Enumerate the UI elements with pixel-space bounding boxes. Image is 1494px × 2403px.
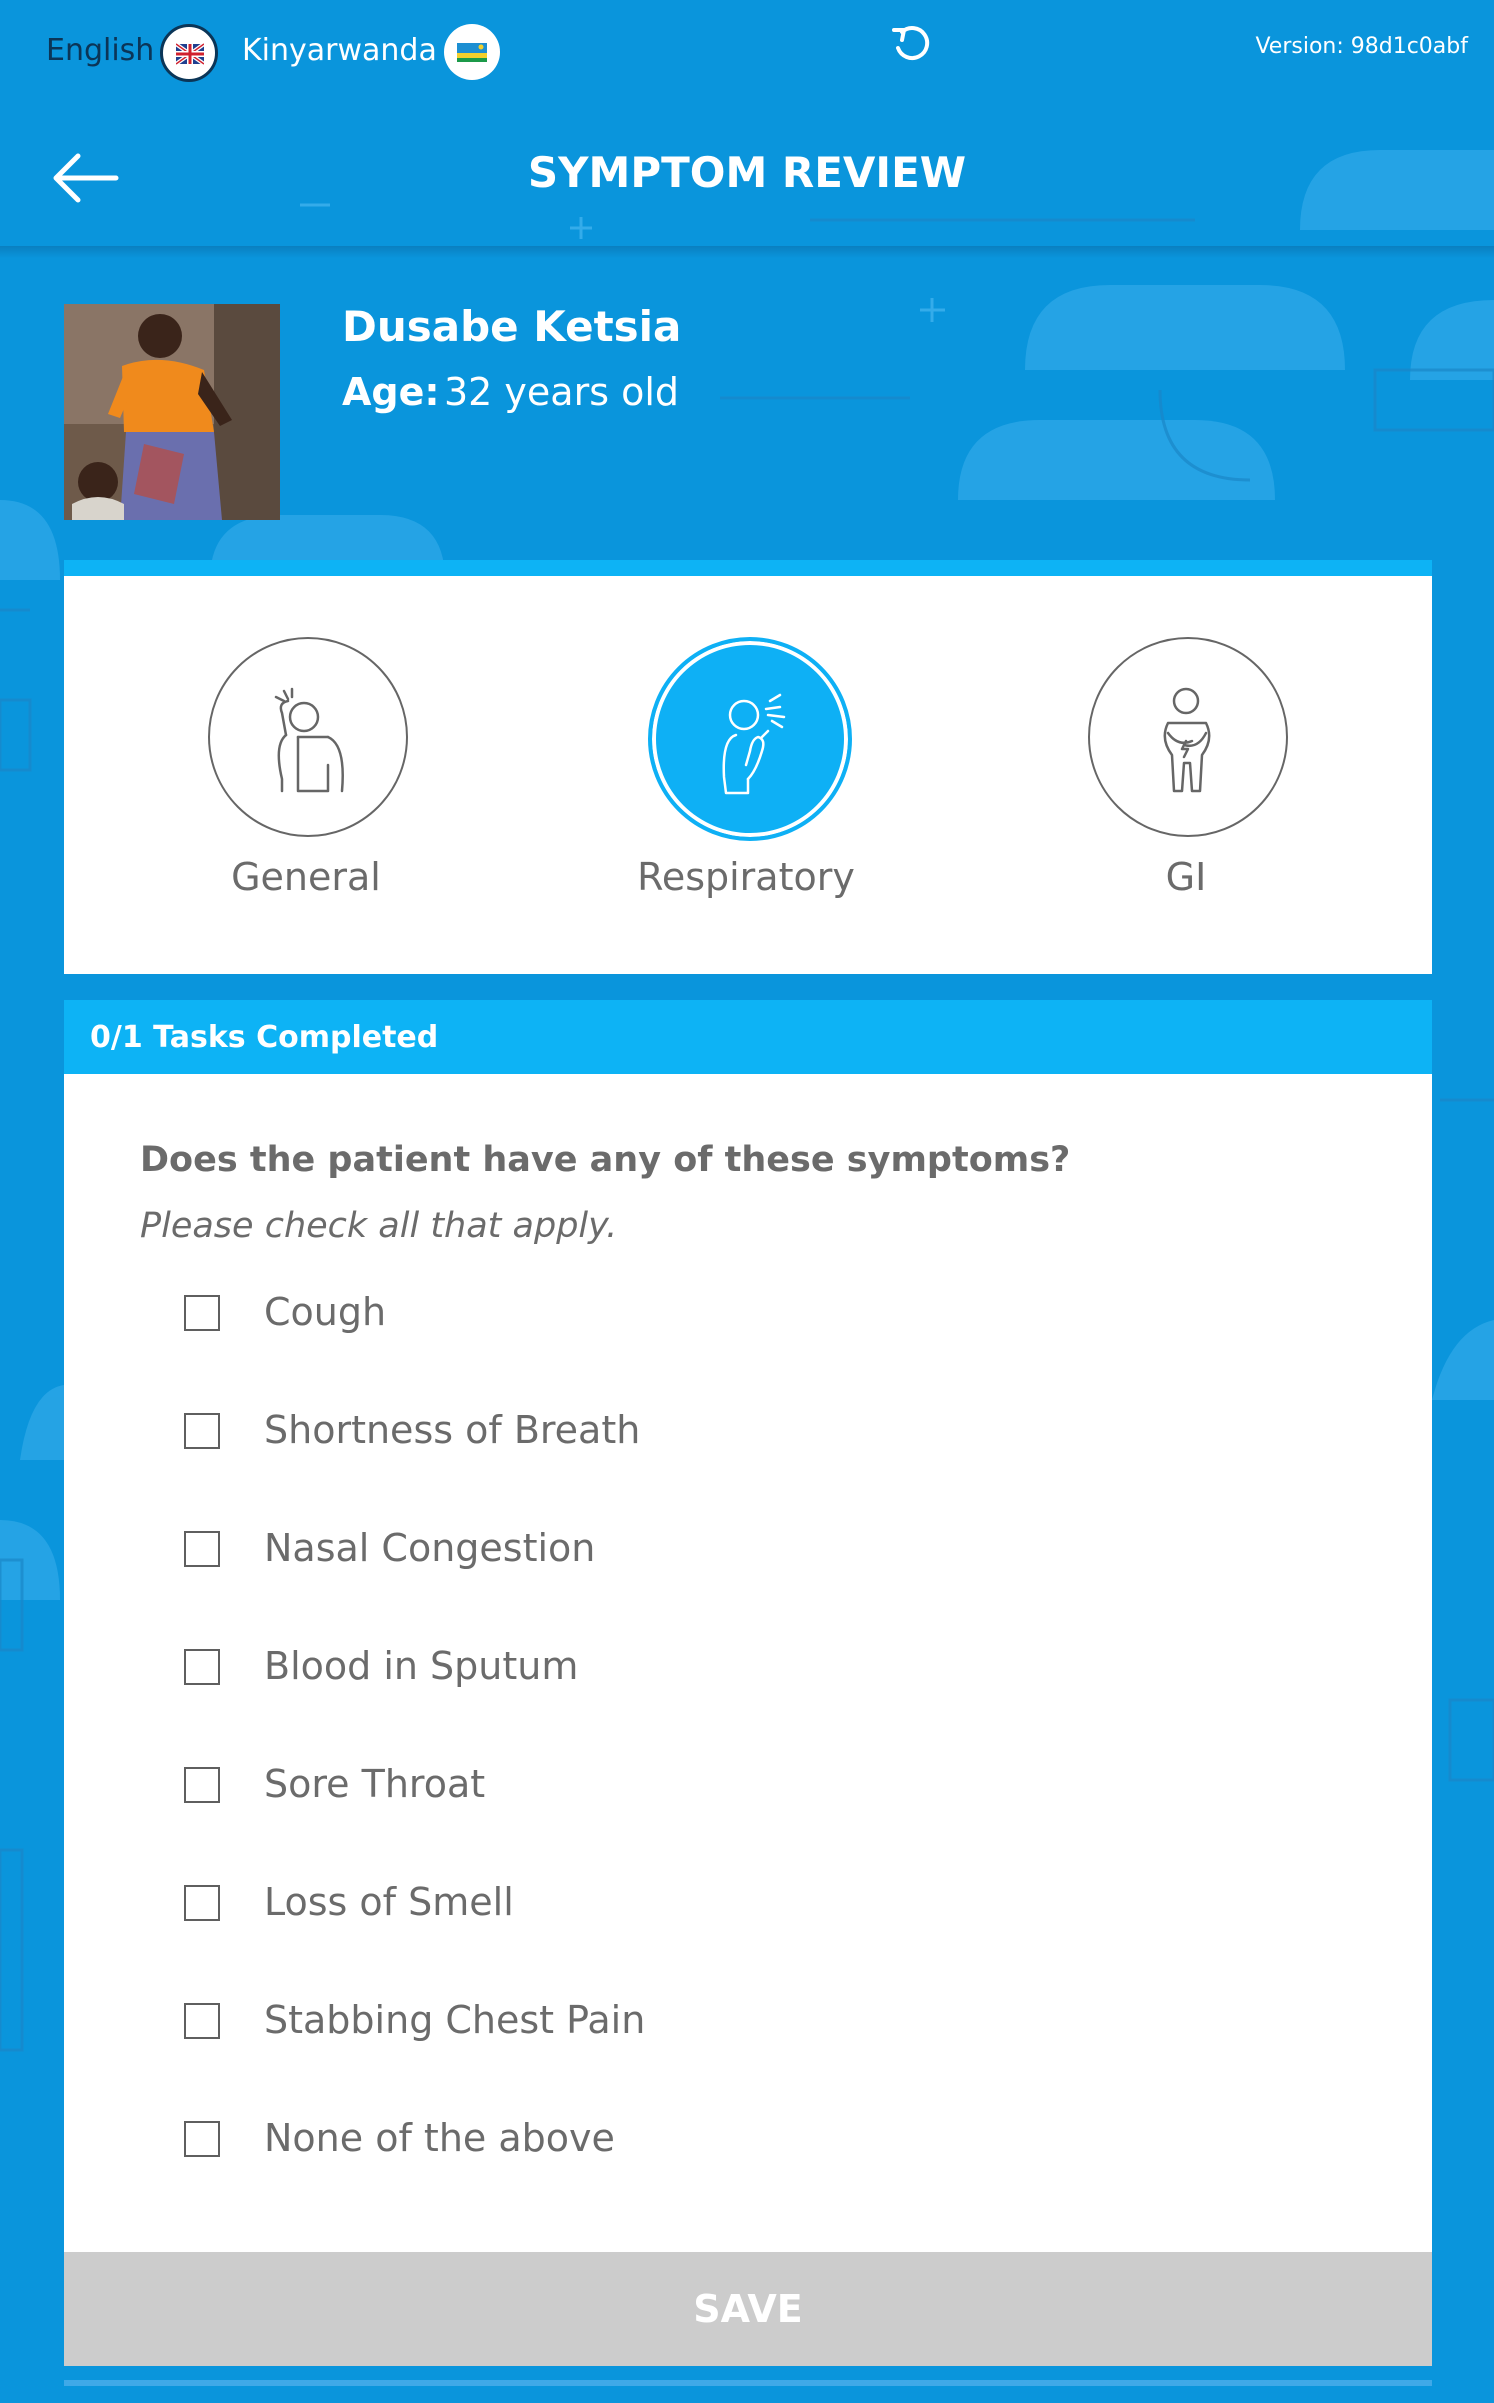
uk-flag-icon[interactable] (160, 24, 218, 82)
question-text: Does the patient have any of these sympt… (140, 1140, 1071, 1180)
top-bar: English Kinyarwanda Version: 98d1c0abf (0, 0, 1494, 100)
checkbox[interactable] (184, 1767, 220, 1803)
category-card-accent (64, 560, 1432, 576)
symptom-label: Sore Throat (264, 1762, 486, 1806)
version-label: Version: 98d1c0abf (1255, 34, 1468, 59)
category-gi-button[interactable] (1088, 637, 1288, 837)
category-respiratory-label: Respiratory (637, 855, 855, 899)
rwanda-flag-icon[interactable] (444, 24, 500, 80)
symptom-option[interactable]: Blood in Sputum (180, 1640, 1080, 1700)
category-general-label: General (231, 855, 381, 899)
save-button[interactable]: SAVE (64, 2252, 1432, 2366)
page-title: SYMPTOM REVIEW (527, 148, 967, 197)
symptom-label: Nasal Congestion (264, 1526, 596, 1570)
symptom-option[interactable]: Cough (180, 1286, 1080, 1346)
stomach-ache-icon (1163, 687, 1211, 793)
category-respiratory-button[interactable] (648, 637, 852, 841)
header-divider (0, 246, 1494, 258)
refresh-icon[interactable] (890, 24, 930, 64)
category-gi-label: GI (1165, 855, 1207, 899)
symptom-label: Shortness of Breath (264, 1408, 641, 1452)
bottom-divider (64, 2380, 1432, 2386)
patient-photo (64, 304, 280, 520)
tasks-status-text: 0/1 Tasks Completed (90, 1020, 439, 1055)
language-english-option[interactable]: English (46, 33, 154, 68)
symptom-label: Loss of Smell (264, 1880, 514, 1924)
checkbox[interactable] (184, 2121, 220, 2157)
checkbox[interactable] (184, 2003, 220, 2039)
patient-age-label: Age: (342, 370, 440, 414)
symptom-option[interactable]: Loss of Smell (180, 1876, 1080, 1936)
checkbox[interactable] (184, 1295, 220, 1331)
symptom-label: None of the above (264, 2116, 615, 2160)
coughing-person-icon (722, 693, 786, 795)
patient-age-value: 32 years old (444, 370, 680, 414)
category-general-button[interactable] (208, 637, 408, 837)
symptom-option[interactable]: Sore Throat (180, 1758, 1080, 1818)
symptom-label: Stabbing Chest Pain (264, 1998, 646, 2042)
symptom-option[interactable]: Stabbing Chest Pain (180, 1994, 1080, 2054)
symptom-option[interactable]: None of the above (180, 2112, 1080, 2172)
question-instruction: Please check all that apply. (140, 1206, 618, 1246)
checkbox[interactable] (184, 1885, 220, 1921)
sick-person-icon (274, 687, 344, 793)
patient-name: Dusabe Ketsia (342, 302, 682, 351)
language-kinyarwanda-option[interactable]: Kinyarwanda (242, 33, 437, 68)
symptom-option[interactable]: Shortness of Breath (180, 1404, 1080, 1464)
symptom-label: Blood in Sputum (264, 1644, 579, 1688)
symptom-option[interactable]: Nasal Congestion (180, 1522, 1080, 1582)
checkbox[interactable] (184, 1413, 220, 1449)
checkbox[interactable] (184, 1649, 220, 1685)
symptom-label: Cough (264, 1290, 387, 1334)
checkbox[interactable] (184, 1531, 220, 1567)
